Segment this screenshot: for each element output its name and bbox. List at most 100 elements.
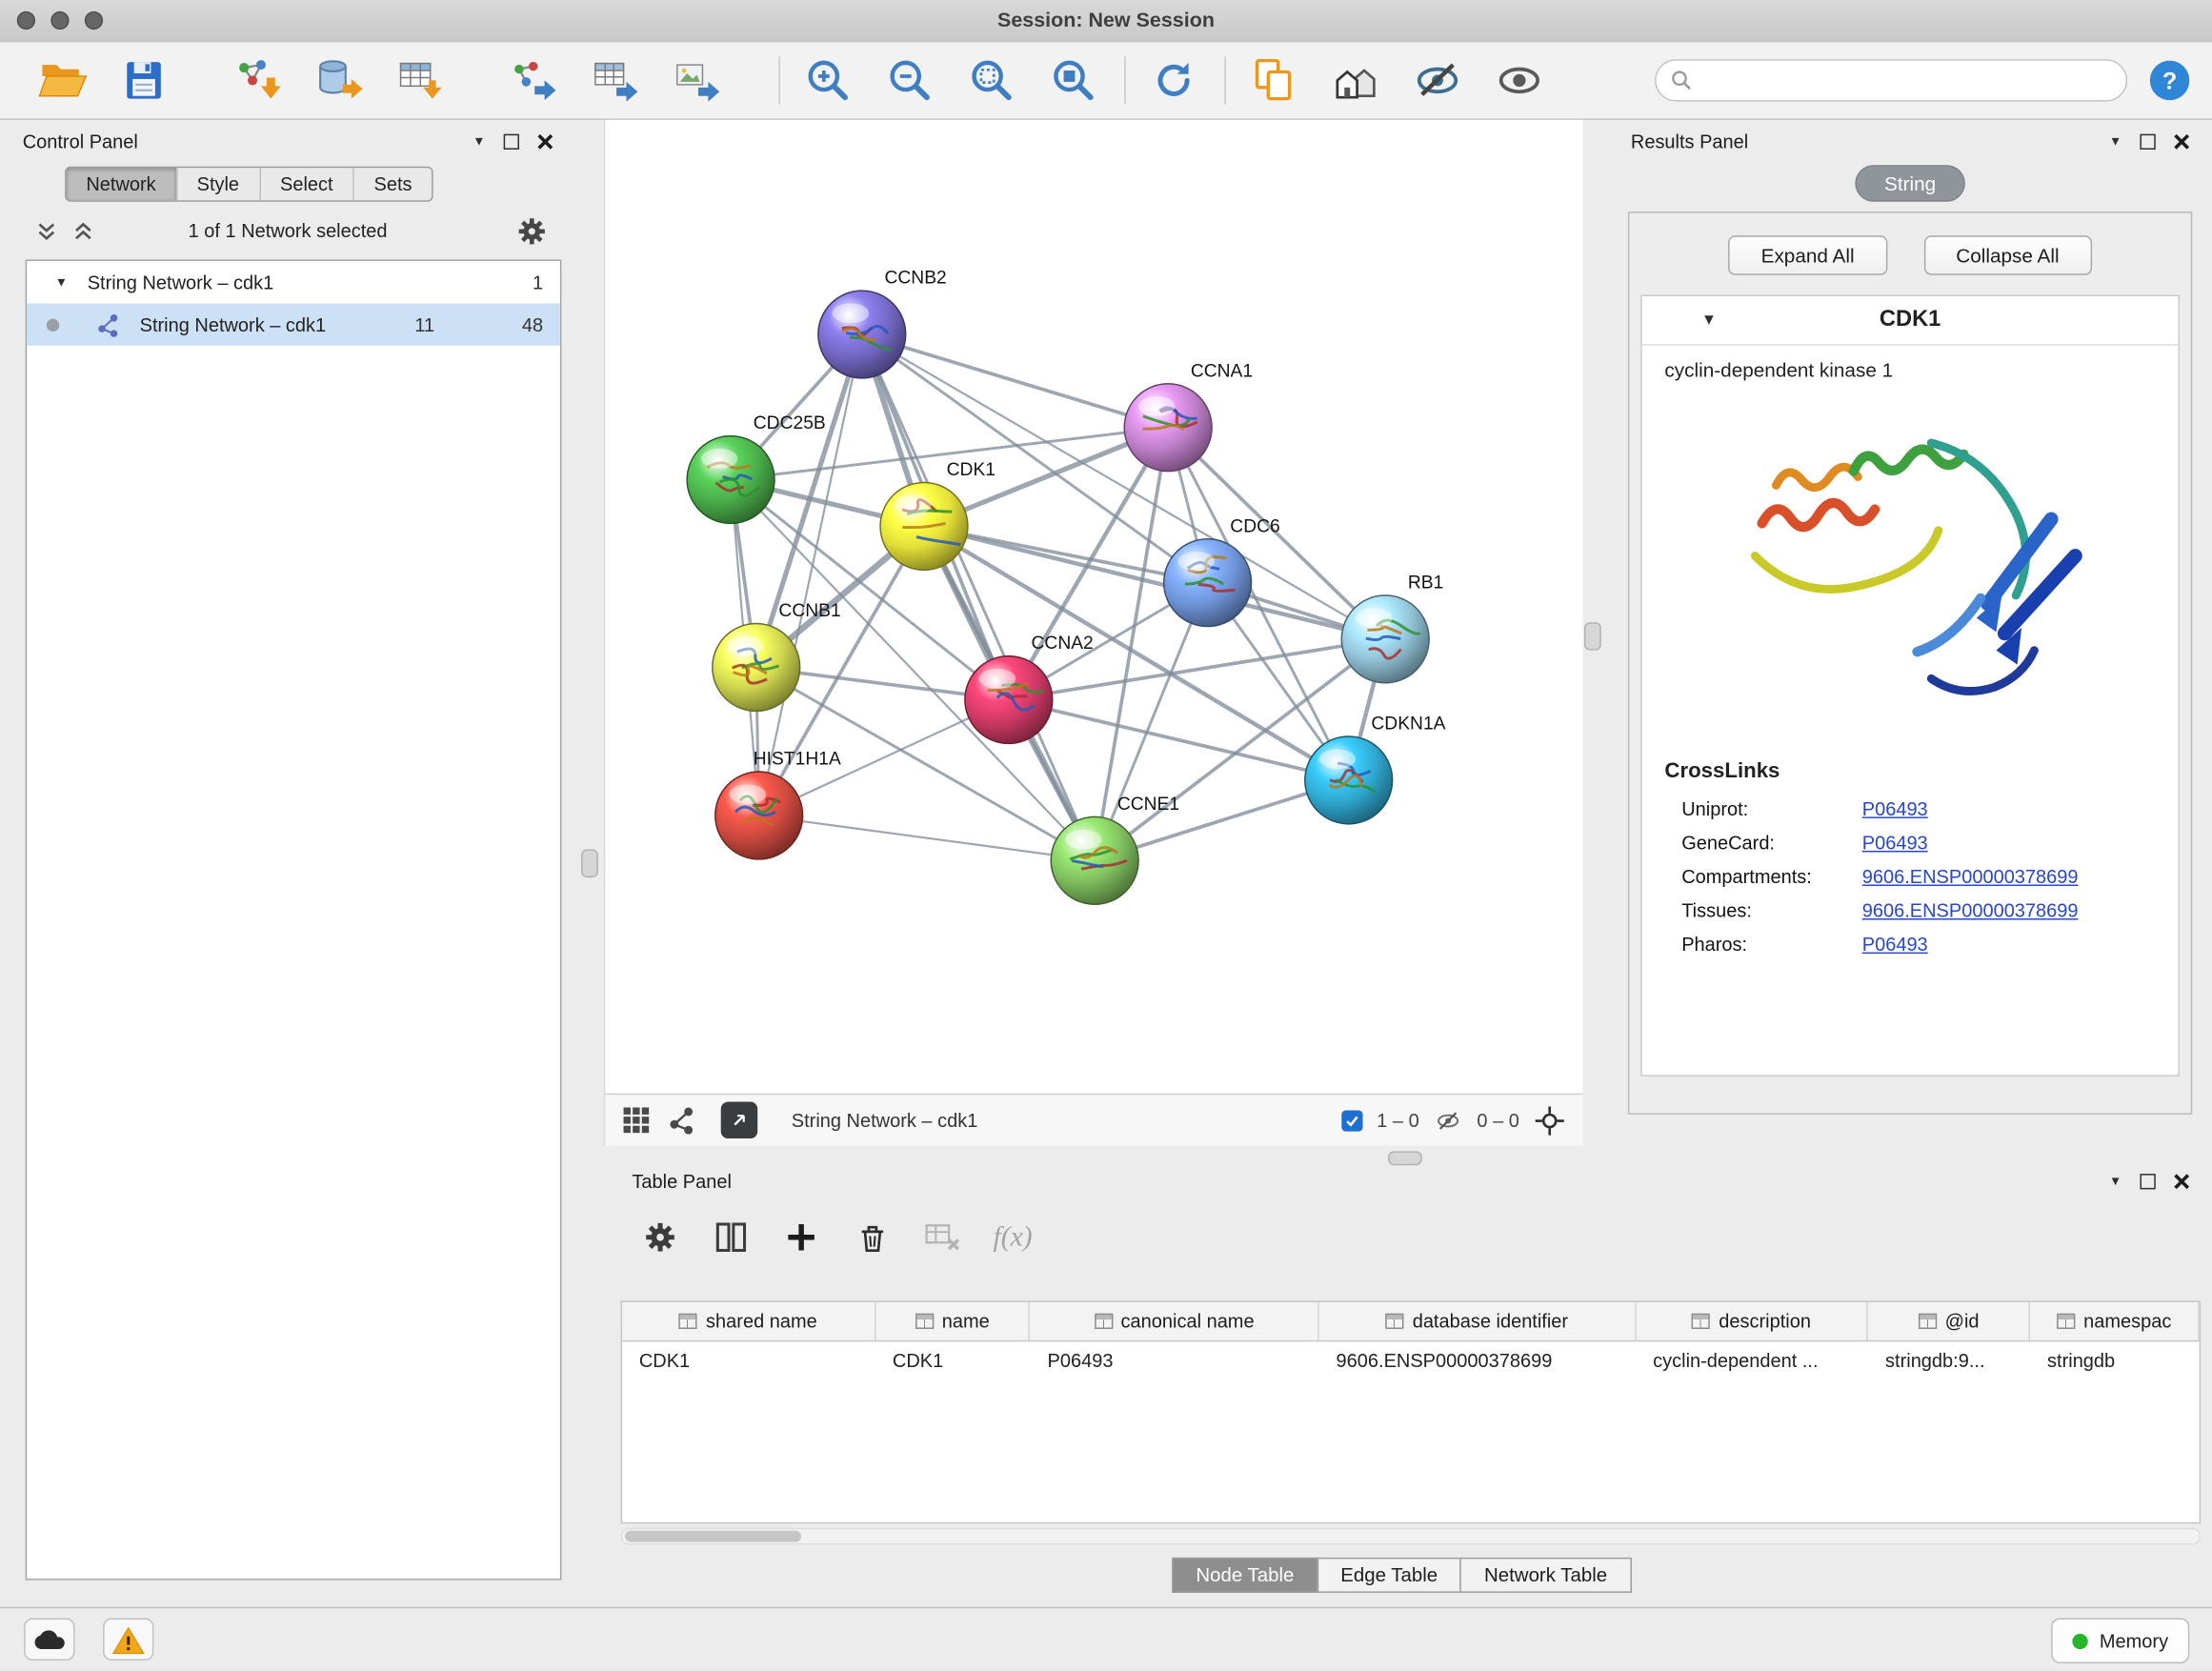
pharos-link[interactable]: P06493 xyxy=(1862,934,1928,955)
tab-select[interactable]: Select xyxy=(259,168,353,200)
close-panel-icon[interactable] xyxy=(537,133,553,149)
column-header[interactable]: description xyxy=(1636,1302,1868,1340)
copy-document-button[interactable] xyxy=(1243,50,1305,111)
help-button[interactable]: ? xyxy=(2147,58,2192,103)
tab-style[interactable]: Style xyxy=(175,168,258,200)
selected-node-edge-count: 1 – 0 xyxy=(1377,1110,1418,1131)
export-image-button[interactable] xyxy=(666,50,728,111)
tab-string[interactable]: String xyxy=(1855,165,1965,202)
import-table-file-button[interactable] xyxy=(390,50,452,111)
export-image-icon xyxy=(672,55,722,106)
delete-table-button[interactable] xyxy=(922,1218,961,1257)
zoom-selected-button[interactable] xyxy=(1042,50,1104,111)
zoom-fit-button[interactable] xyxy=(960,50,1022,111)
float-panel-icon[interactable] xyxy=(2140,133,2155,149)
zoom-out-button[interactable] xyxy=(879,50,941,111)
network-node-CDC6[interactable] xyxy=(1164,539,1252,627)
table-cell[interactable]: 9606.ENSP00000378699 xyxy=(1319,1350,1637,1371)
table-cell[interactable]: CDK1 xyxy=(875,1350,1031,1371)
column-header[interactable]: shared name xyxy=(622,1302,875,1340)
memory-button[interactable]: Memory xyxy=(2052,1619,2190,1663)
expand-all-button[interactable]: Expand All xyxy=(1729,235,1887,274)
table-cell[interactable]: stringdb xyxy=(2030,1350,2199,1371)
import-network-file-button[interactable] xyxy=(226,50,288,111)
table-horizontal-scrollbar[interactable] xyxy=(621,1528,2202,1545)
splitter-handle[interactable] xyxy=(1584,622,1601,651)
table-cell[interactable]: stringdb:9... xyxy=(1868,1350,2030,1371)
open-session-button[interactable] xyxy=(31,50,93,111)
network-edge[interactable] xyxy=(1009,700,1349,780)
panel-menu-caret-icon[interactable]: ▼ xyxy=(2109,1174,2122,1188)
network-edge[interactable] xyxy=(862,334,1095,860)
compartments-link[interactable]: 9606.ENSP00000378699 xyxy=(1862,866,2079,887)
tab-network-table[interactable]: Network Table xyxy=(1460,1558,1631,1593)
import-network-database-button[interactable] xyxy=(308,50,370,111)
houses-button[interactable] xyxy=(1325,50,1387,111)
control-panel: Control Panel ▼ Network Style Select Set… xyxy=(11,124,565,1580)
table-row[interactable]: CDK1CDK1P064939606.ENSP00000378699cyclin… xyxy=(622,1341,2200,1379)
cloud-status-button[interactable] xyxy=(24,1619,74,1661)
tissues-link[interactable]: 9606.ENSP00000378699 xyxy=(1862,899,2079,920)
column-header[interactable]: name xyxy=(875,1302,1031,1340)
export-table-button[interactable] xyxy=(584,50,646,111)
scrollbar-thumb[interactable] xyxy=(625,1531,801,1542)
network-canvas[interactable]: CCNB2CCNA1CDC25BCDK1CDC6RB1CCNB1CCNA2CDK… xyxy=(605,120,1584,1094)
network-node-RB1[interactable] xyxy=(1341,595,1429,683)
table-tabs: Node Table Edge Table Network Table xyxy=(1174,1558,1632,1593)
table-options-button[interactable] xyxy=(640,1218,679,1257)
network-edge[interactable] xyxy=(759,334,862,815)
uniprot-link[interactable]: P06493 xyxy=(1862,797,1928,818)
tree-expand-caret-icon[interactable]: ▼ xyxy=(55,275,68,290)
crosshair-icon[interactable] xyxy=(1534,1104,1566,1137)
splitter-handle[interactable] xyxy=(1388,1151,1422,1165)
network-options-button[interactable] xyxy=(516,216,548,252)
float-panel-icon[interactable] xyxy=(2140,1173,2155,1188)
network-view-share-button[interactable] xyxy=(667,1106,695,1135)
network-row[interactable]: String Network – cdk1 11 48 xyxy=(27,303,560,345)
network-collection-row[interactable]: ▼ String Network – cdk1 1 xyxy=(27,261,560,303)
column-header[interactable]: namespac xyxy=(2030,1302,2199,1340)
function-builder-button[interactable]: f(x) xyxy=(994,1218,1033,1257)
tab-edge-table[interactable]: Edge Table xyxy=(1317,1558,1461,1593)
tab-network[interactable]: Network xyxy=(67,168,176,200)
detach-view-button[interactable] xyxy=(721,1102,758,1139)
glass-ball-effect-button[interactable] xyxy=(1406,50,1468,111)
tab-sets[interactable]: Sets xyxy=(352,168,432,200)
genecard-link[interactable]: P06493 xyxy=(1862,832,1928,853)
column-header[interactable]: database identifier xyxy=(1319,1302,1637,1340)
network-selection-status: 1 of 1 Network selected xyxy=(11,211,565,252)
table-cell[interactable]: CDK1 xyxy=(622,1350,875,1371)
network-edge[interactable] xyxy=(862,334,1168,428)
close-panel-icon[interactable] xyxy=(2174,133,2189,149)
panel-menu-caret-icon[interactable]: ▼ xyxy=(473,134,485,149)
tab-node-table[interactable]: Node Table xyxy=(1172,1558,1317,1593)
warnings-button[interactable] xyxy=(103,1619,153,1661)
search-input[interactable] xyxy=(1701,69,2112,92)
node-highlight xyxy=(1178,552,1216,572)
export-network-button[interactable] xyxy=(502,50,564,111)
collapse-all-button[interactable]: Collapse All xyxy=(1923,235,2091,274)
close-panel-icon[interactable] xyxy=(2174,1173,2189,1188)
selected-checkbox-icon[interactable] xyxy=(1341,1110,1362,1131)
panel-menu-caret-icon[interactable]: ▼ xyxy=(2109,134,2122,149)
zoom-in-button[interactable] xyxy=(797,50,859,111)
column-header[interactable]: @id xyxy=(1868,1302,2030,1340)
search-field[interactable] xyxy=(1655,59,2127,101)
show-columns-button[interactable] xyxy=(711,1218,750,1257)
splitter-handle[interactable] xyxy=(581,849,598,877)
column-header[interactable]: canonical name xyxy=(1031,1302,1319,1340)
show-structure-images-button[interactable] xyxy=(1488,50,1550,111)
create-column-button[interactable] xyxy=(781,1218,820,1257)
grid-view-button[interactable] xyxy=(622,1106,651,1135)
section-collapse-caret-icon[interactable]: ▼ xyxy=(1701,312,1717,329)
float-panel-icon[interactable] xyxy=(504,133,519,149)
table-cell[interactable]: cyclin-dependent ... xyxy=(1636,1350,1868,1371)
network-edge[interactable] xyxy=(759,815,1095,860)
table-cell[interactable]: P06493 xyxy=(1031,1350,1319,1371)
network-node-CCNA2[interactable] xyxy=(965,656,1053,744)
save-session-button[interactable] xyxy=(112,50,174,111)
crosslink-row: Pharos: P06493 xyxy=(1642,927,2179,961)
apply-layout-button[interactable] xyxy=(1143,50,1205,111)
fx-icon: f(x) xyxy=(994,1221,1033,1254)
delete-column-button[interactable] xyxy=(852,1218,891,1257)
